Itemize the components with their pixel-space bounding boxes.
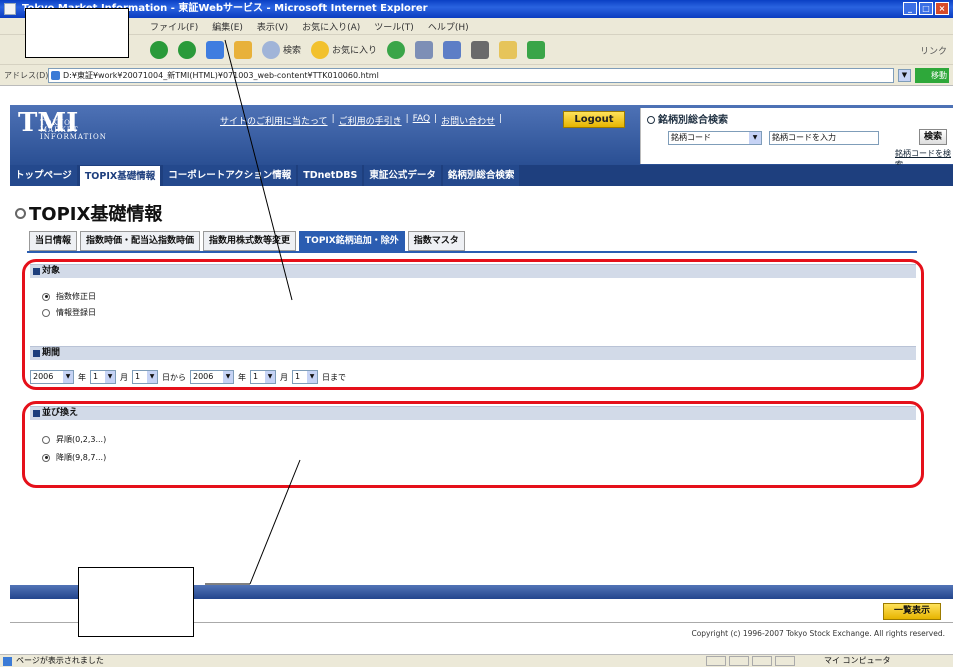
link-guide[interactable]: ご利用の手引き <box>339 114 402 127</box>
search-type-value: 銘柄コード <box>671 133 711 142</box>
search-title: 銘柄別総合検索 <box>647 111 728 126</box>
page-done-icon <box>3 657 12 666</box>
status-cells <box>706 656 795 666</box>
sub-tabs: 当日情報 指数時価・配当込指数時価 指数用株式数等変更 TOPIX銘柄追加・除外… <box>29 231 465 251</box>
search-title-bullet-icon <box>647 116 655 124</box>
list-display-button[interactable]: 一覧表示 <box>883 603 941 620</box>
refresh-icon[interactable] <box>206 40 224 59</box>
tab-topix-add-remove[interactable]: TOPIX銘柄追加・除外 <box>299 231 405 251</box>
favorites-label: お気に入り <box>332 46 378 56</box>
status-text: ページが表示されました <box>16 656 104 665</box>
annotation-box-sort <box>22 401 924 488</box>
forward-icon[interactable] <box>178 40 196 59</box>
search-type-select[interactable]: 銘柄コード ▼ <box>668 131 762 145</box>
address-bar: アドレス(D) D:¥東証¥work¥20071004_新TMI(HTML)¥0… <box>0 65 953 86</box>
search-title-text: 銘柄別総合検索 <box>658 115 728 126</box>
status-bar: ページが表示されました マイ コンピュータ <box>0 654 953 667</box>
maximize-button[interactable]: □ <box>919 2 933 15</box>
title-bullet-icon <box>15 208 26 219</box>
print-icon[interactable] <box>471 40 490 59</box>
stock-search-panel: 銘柄別総合検索 銘柄コード▼ 銘柄コードを入力 検索 銘柄コードを検索 <box>640 108 953 169</box>
star-icon <box>311 40 330 59</box>
logout-button[interactable]: Logout <box>563 111 625 128</box>
security-zone: マイ コンピュータ <box>824 656 891 665</box>
link-site-terms[interactable]: サイトのご利用に当たって <box>220 114 328 127</box>
menu-item-view[interactable]: 表示(V) <box>257 20 288 33</box>
address-field[interactable]: D:¥東証¥work¥20071004_新TMI(HTML)¥071003_we… <box>48 68 894 83</box>
mail-icon[interactable] <box>443 40 462 59</box>
messenger-icon[interactable] <box>527 40 546 59</box>
nav-tse-official-data[interactable]: 東証公式データ <box>364 165 441 186</box>
link-contact[interactable]: お問い合わせ <box>441 114 495 127</box>
menu-item-favorites[interactable]: お気に入り(A) <box>302 20 360 33</box>
address-label: アドレス(D) <box>4 71 49 80</box>
folder-icon[interactable] <box>499 40 518 59</box>
page-favicon-icon <box>51 71 60 80</box>
tab-baseline <box>27 251 917 253</box>
tab-today[interactable]: 当日情報 <box>29 231 78 251</box>
page-title-text: TOPIX基礎情報 <box>29 204 163 225</box>
menu-item-tools[interactable]: ツール(T) <box>374 20 414 33</box>
link-faq[interactable]: FAQ <box>413 114 430 127</box>
copyright-text: Copyright (c) 1996-2007 Tokyo Stock Exch… <box>691 629 945 638</box>
media-icon[interactable] <box>387 40 406 59</box>
callout-box-top <box>25 8 129 58</box>
nav-tdnet-dbs[interactable]: TDnetDBS <box>298 165 363 186</box>
favorites-button[interactable]: お気に入り <box>311 40 378 59</box>
ie-app-icon <box>4 3 16 15</box>
home-icon[interactable] <box>234 40 252 59</box>
magnifier-icon <box>262 40 280 59</box>
utility-links: サイトのご利用に当たって | ご利用の手引き | FAQ | お問い合わせ | <box>220 114 503 127</box>
close-button[interactable]: × <box>935 2 949 15</box>
go-button[interactable]: 移動 <box>915 68 949 83</box>
minimize-button[interactable]: _ <box>903 2 917 15</box>
nav-topix-basic[interactable]: TOPIX基礎情報 <box>78 165 162 186</box>
logo-text: TOKYO MARKET INFORMATION <box>40 119 107 141</box>
browser-toolbar: 検索 お気に入り <box>0 35 953 65</box>
history-icon[interactable] <box>415 40 434 59</box>
search-submit-button[interactable]: 検索 <box>919 129 947 145</box>
callout-box-bottom <box>78 567 194 637</box>
menu-item-edit[interactable]: 編集(E) <box>212 20 243 33</box>
links-label[interactable]: リンク <box>920 44 947 57</box>
tab-index-value[interactable]: 指数時価・配当込指数時価 <box>80 231 201 251</box>
chevron-down-icon: ▼ <box>749 132 761 144</box>
nav-corporate-action[interactable]: コーポレートアクション情報 <box>163 165 297 186</box>
search-label: 検索 <box>283 46 302 56</box>
nav-top-page[interactable]: トップページ <box>10 165 77 186</box>
page-title: TOPIX基礎情報 <box>15 200 162 226</box>
window-title-bar: Tokyo Market Information - 東証Webサービス - M… <box>0 0 953 18</box>
address-dropdown-icon[interactable]: ▼ <box>898 69 911 82</box>
menu-item-help[interactable]: ヘルプ(H) <box>428 20 469 33</box>
menu-item-file[interactable]: ファイル(F) <box>150 20 198 33</box>
tab-index-master[interactable]: 指数マスタ <box>407 231 465 251</box>
nav-stock-search[interactable]: 銘柄別総合検索 <box>442 165 520 186</box>
tmi-logo[interactable]: TMI TOKYO MARKET INFORMATION <box>18 110 106 141</box>
tab-share-changes[interactable]: 指数用株式数等変更 <box>203 231 297 251</box>
main-nav: トップページ TOPIX基礎情報 コーポレートアクション情報 TDnetDBS … <box>10 165 953 186</box>
stock-code-input[interactable]: 銘柄コードを入力 <box>769 131 879 145</box>
search-button[interactable]: 検索 <box>262 40 302 59</box>
address-value: D:¥東証¥work¥20071004_新TMI(HTML)¥071003_we… <box>63 71 379 80</box>
annotation-box-criteria <box>22 259 924 390</box>
back-icon[interactable] <box>150 40 168 59</box>
menu-bar: ファイル(F) 編集(E) 表示(V) お気に入り(A) ツール(T) ヘルプ(… <box>0 18 953 35</box>
